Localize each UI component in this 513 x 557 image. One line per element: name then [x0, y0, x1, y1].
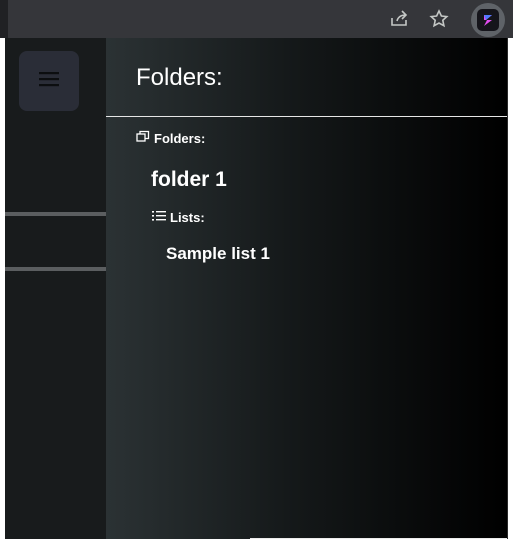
extension-popup: Folders: Folders: folder 1 Lists: Sample…	[5, 38, 508, 539]
divider	[5, 212, 106, 216]
share-icon[interactable]	[388, 8, 410, 30]
browser-toolbar	[0, 0, 513, 38]
folders-heading: Folders:	[136, 130, 205, 146]
toolbar-edge	[0, 0, 8, 38]
background-page	[5, 38, 106, 539]
folders-icon	[136, 130, 150, 146]
folders-heading-label: Folders:	[154, 130, 206, 146]
popup-bottom-edge	[250, 538, 507, 539]
extension-button[interactable]	[471, 3, 505, 37]
hamburger-icon	[39, 71, 59, 92]
list-icon	[152, 210, 166, 225]
folder-item[interactable]: folder 1	[151, 168, 227, 192]
list-item[interactable]: Sample list 1	[166, 244, 270, 264]
menu-button[interactable]	[19, 51, 79, 111]
folders-drawer: Folders: Folders: folder 1 Lists: Sample…	[106, 38, 507, 539]
lists-heading-label: Lists:	[170, 210, 205, 225]
drawer-title: Folders:	[136, 64, 223, 91]
lists-heading: Lists:	[152, 210, 205, 225]
divider	[5, 267, 106, 271]
extension-logo-icon	[477, 9, 499, 31]
star-icon[interactable]	[428, 8, 450, 30]
title-divider	[106, 116, 507, 117]
